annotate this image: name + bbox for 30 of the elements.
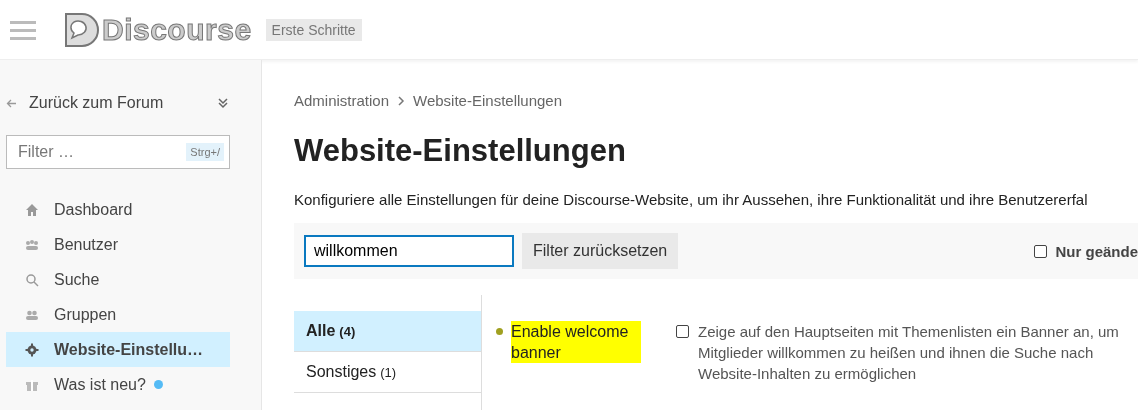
breadcrumb-link[interactable]: Website-Einstellungen bbox=[413, 92, 563, 109]
site-badge: Erste Schritte bbox=[265, 18, 362, 41]
reset-filter-button[interactable]: Filter zurücksetzen bbox=[522, 233, 679, 269]
setting-description: Zeige auf den Hauptseiten mit Themenlisten ein Banner an, um Mitglieder willkommen zu heißen und ihnen die Suche nach Website-Inhalten zu ermöglichen bbox=[698, 322, 1120, 384]
sidebar-item[interactable]: Was ist neu? bbox=[6, 367, 230, 402]
logo-text: Discourse bbox=[102, 12, 252, 47]
shortcut-hint: Strg+/ bbox=[186, 143, 224, 161]
chevron-right-icon bbox=[397, 95, 406, 106]
breadcrumb-link[interactable]: Administration bbox=[294, 92, 390, 109]
category-tab[interactable]: Alle (4) bbox=[294, 311, 481, 352]
page-description: Konfiguriere alle Einstellungen für deine Discourse-Website, um ihr Aussehen, ihre Funktionalität und ihre Benutzererfal bbox=[294, 191, 1089, 208]
home-icon bbox=[25, 202, 39, 217]
sidebar-item[interactable]: Benutzer bbox=[6, 227, 230, 262]
checkbox-label: Nur geände bbox=[1055, 242, 1138, 260]
category-tab[interactable]: Sonstiges (1) bbox=[294, 352, 481, 393]
collapse-chevrons-icon[interactable] bbox=[217, 97, 229, 109]
sidebar-item[interactable]: Dashboard bbox=[6, 192, 230, 227]
setting-name: Enable welcome banner bbox=[511, 321, 641, 363]
status-dot-icon bbox=[496, 328, 503, 335]
sidebar-item[interactable]: Suche bbox=[6, 262, 230, 297]
back-link[interactable]: Zurück zum Forum bbox=[6, 94, 164, 112]
sidebar-item[interactable]: Gruppen bbox=[6, 297, 230, 332]
search-icon bbox=[25, 272, 39, 287]
arrow-left-icon bbox=[6, 98, 17, 108]
checkbox[interactable] bbox=[1034, 244, 1048, 258]
settings-filter-input[interactable]: willkommen bbox=[304, 235, 514, 267]
checkbox[interactable] bbox=[676, 325, 689, 338]
page-title: Website-Einstellungen bbox=[294, 133, 627, 169]
users-icon bbox=[25, 237, 39, 252]
sidebar-item[interactable]: Website-Einstellu… bbox=[6, 332, 230, 367]
